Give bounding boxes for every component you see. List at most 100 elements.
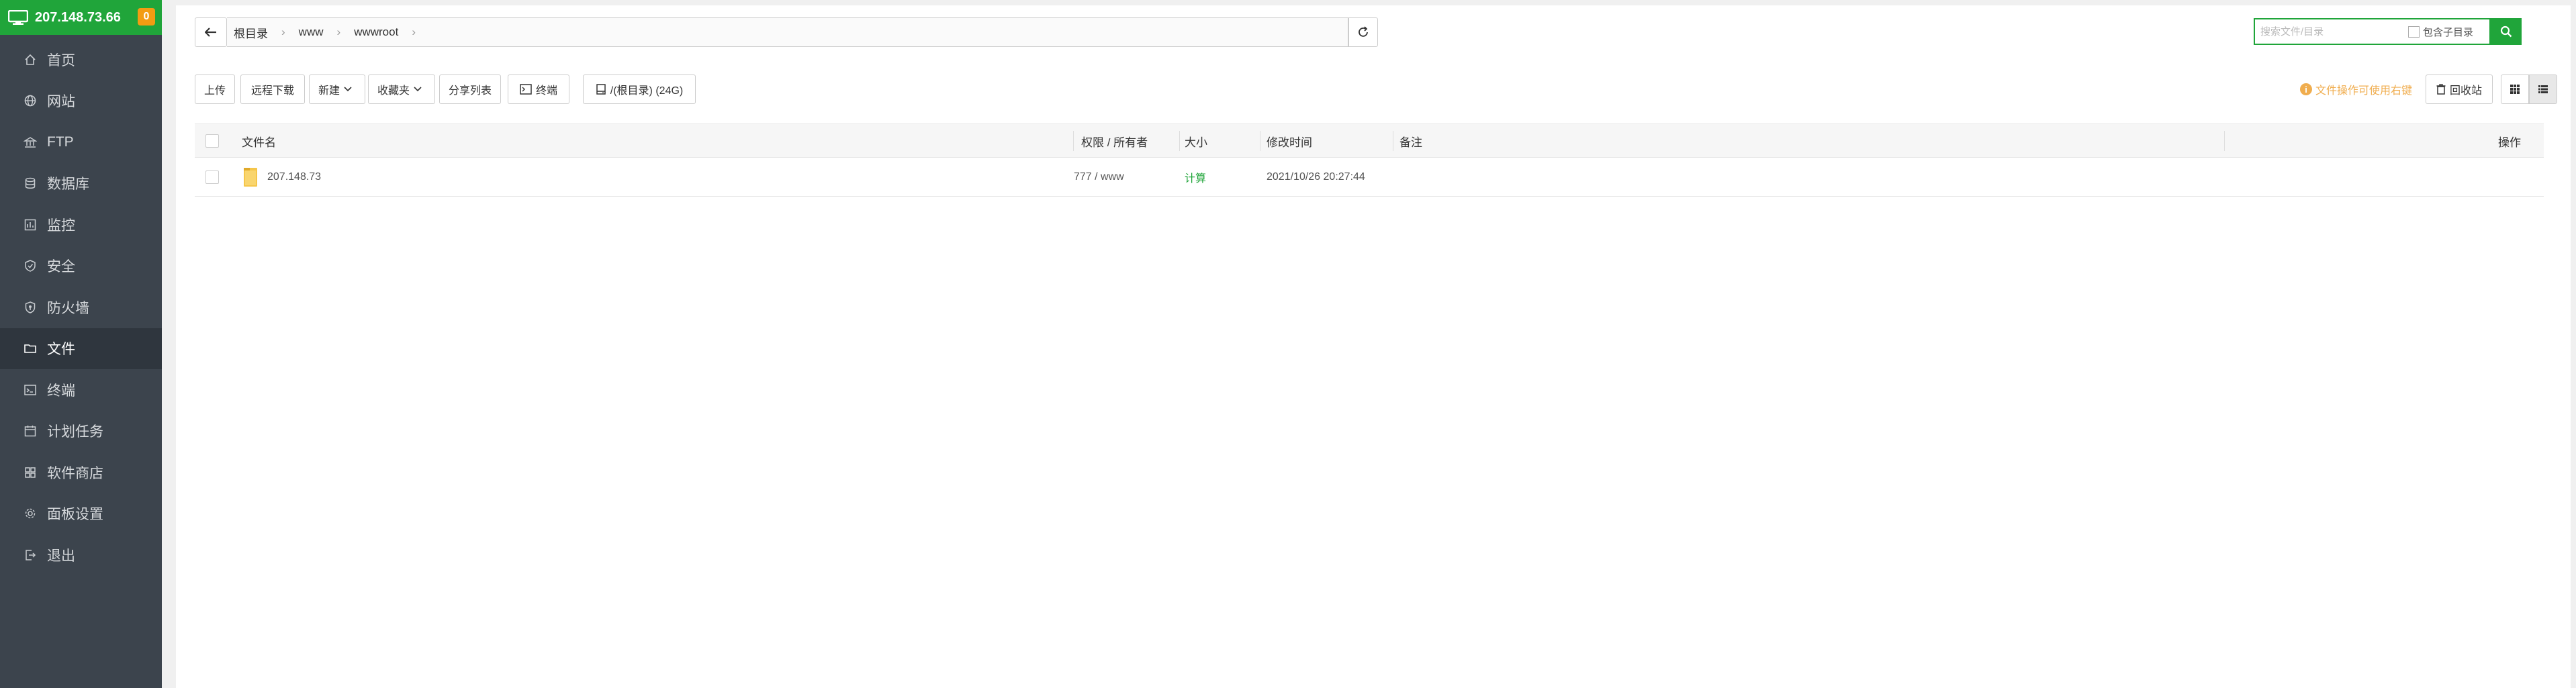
database-icon [23, 176, 38, 191]
upload-label: 上传 [203, 85, 226, 97]
checkbox-box[interactable] [205, 134, 219, 148]
home-icon [23, 52, 38, 67]
sidebar-item-monitor[interactable]: 监控 [0, 204, 162, 246]
sidebar-item-label: 退出 [47, 548, 75, 564]
sidebar-item-store[interactable]: 软件商店 [0, 452, 162, 493]
terminal-button[interactable]: 终端 [508, 75, 569, 104]
sidebar-item-home[interactable]: 首页 [0, 39, 162, 81]
sidebar-item-database[interactable]: 数据库 [0, 163, 162, 205]
apps-icon [23, 465, 38, 480]
search-button[interactable] [2491, 18, 2522, 45]
sidebar-item-ftp[interactable]: FTP [0, 121, 162, 163]
list-icon [2538, 85, 2548, 93]
share-list-label: 分享列表 [448, 85, 492, 97]
ftp-icon [23, 135, 38, 150]
right-click-hint-label: 文件操作可使用右键 [2315, 85, 2413, 97]
sidebar-item-label: FTP [47, 134, 74, 150]
sidebar-item-firewall[interactable]: 防火墙 [0, 287, 162, 328]
chevron-right-icon: › [336, 26, 341, 38]
server-monitor-icon [8, 10, 28, 25]
include-subdir-label: 包含子目录 [2423, 26, 2474, 38]
disk-label: /(根目录) (24G) [610, 85, 684, 97]
mtime-cell: 2021/10/26 20:27:44 [1267, 171, 1365, 183]
disk-button[interactable]: /(根目录) (24G) [583, 75, 696, 104]
header-actions: 操作 [2498, 136, 2521, 149]
sidebar-item-terminal[interactable]: 终端 [0, 369, 162, 411]
table-row[interactable]: 207.148.73 777 / www 计算 2021/10/26 20:27… [195, 158, 2544, 197]
folder-icon [244, 168, 257, 187]
sidebar-item-label: 文件 [47, 342, 75, 358]
header-mtime[interactable]: 修改时间 [1267, 124, 1312, 158]
share-list-button[interactable]: 分享列表 [439, 75, 501, 104]
checkbox-box[interactable] [205, 170, 219, 184]
sidebar-item-cron[interactable]: 计划任务 [0, 411, 162, 452]
file-name-cell[interactable]: 207.148.73 [243, 158, 321, 197]
breadcrumb-item[interactable]: www [299, 26, 324, 39]
chevron-right-icon: › [281, 26, 285, 38]
list-view-button[interactable] [2529, 75, 2557, 104]
shield-icon [23, 258, 38, 273]
sidebar-item-label: 数据库 [47, 177, 89, 193]
perm-owner-cell[interactable]: 777 / www [1074, 158, 1124, 197]
sidebar-item-label: 监控 [47, 217, 75, 234]
gear-icon [23, 506, 38, 521]
refresh-icon [1359, 26, 1368, 37]
remote-download-label: 远程下载 [250, 85, 294, 97]
sidebar-item-website[interactable]: 网站 [0, 81, 162, 122]
sidebar-item-label: 防火墙 [47, 300, 89, 316]
arrow-left-icon [205, 28, 216, 37]
sidebar-item-security[interactable]: 安全 [0, 246, 162, 287]
sidebar-item-label: 网站 [47, 94, 75, 110]
terminal-icon [23, 383, 38, 397]
trash-icon [2436, 84, 2446, 95]
sidebar-item-label: 软件商店 [47, 465, 103, 481]
search-box: 包含子目录 [2254, 18, 2491, 45]
sidebar-item-files[interactable]: 文件 [0, 328, 162, 369]
grid-view-button[interactable] [2501, 75, 2529, 104]
column-divider [1073, 131, 1074, 151]
search-input[interactable] [2255, 20, 2408, 43]
header-filename[interactable]: 文件名 [242, 124, 276, 158]
breadcrumb[interactable]: 根目录 › www › wwwroot › [227, 17, 1348, 47]
favorites-dropdown-button[interactable]: 收藏夹 [368, 75, 435, 104]
favorites-label: 收藏夹 [377, 85, 410, 97]
terminal-icon [520, 84, 532, 95]
header-perm-owner[interactable]: 权限 / 所有者 [1076, 124, 1148, 158]
include-subdir-checkbox[interactable]: 包含子目录 [2408, 25, 2473, 39]
chevron-down-icon [414, 87, 422, 92]
server-ip: 207.148.73.66 [35, 9, 121, 25]
breadcrumb-item[interactable]: 根目录 [234, 24, 268, 41]
sidebar-nav: 首页 网站 FTP 数据库 监控 安全 防火墙 文件 终端 计划任务 软件商店 … [0, 39, 162, 576]
new-dropdown-button[interactable]: 新建 [309, 75, 365, 104]
recycle-bin-button[interactable]: 回收站 [2426, 75, 2493, 104]
refresh-button[interactable] [1348, 17, 1378, 47]
disk-icon [596, 84, 606, 95]
monitor-icon [23, 217, 38, 232]
server-header: 207.148.73.66 0 [0, 0, 162, 35]
header-size[interactable]: 大小 [1185, 124, 1207, 158]
breadcrumb-item[interactable]: wwwroot [354, 26, 398, 39]
path-row: 根目录 › www › wwwroot › [195, 17, 2571, 50]
search-icon [2500, 26, 2512, 38]
column-divider [2224, 131, 2225, 151]
firewall-icon [23, 300, 38, 315]
info-icon: i [2300, 83, 2312, 95]
sidebar-item-settings[interactable]: 面板设置 [0, 493, 162, 535]
calendar-icon [23, 424, 38, 438]
file-name[interactable]: 207.148.73 [267, 171, 321, 183]
sidebar-item-label: 面板设置 [47, 507, 103, 523]
sidebar-item-logout[interactable]: 退出 [0, 534, 162, 576]
upload-button[interactable]: 上传 [195, 75, 235, 104]
select-all-checkbox[interactable] [205, 124, 219, 158]
sidebar: 207.148.73.66 0 首页 网站 FTP 数据库 监控 安全 防火墙 … [0, 0, 162, 688]
toolbar: 上传 远程下载 新建 收藏夹 分享列表 终端 /(根目录) (24G) i 文件… [195, 75, 2571, 104]
row-checkbox[interactable] [205, 158, 219, 197]
back-button[interactable] [195, 17, 227, 47]
right-click-hint-link[interactable]: i 文件操作可使用右键 [2300, 81, 2412, 97]
header-remark: 备注 [1399, 136, 1422, 149]
checkbox-box[interactable] [2408, 26, 2420, 38]
remote-download-button[interactable]: 远程下载 [240, 75, 305, 104]
chevron-down-icon [344, 87, 352, 92]
size-calc-link[interactable]: 计算 [1185, 158, 1206, 197]
notification-badge[interactable]: 0 [138, 8, 155, 26]
